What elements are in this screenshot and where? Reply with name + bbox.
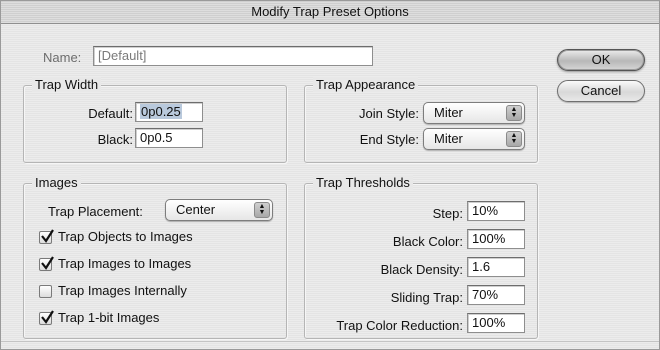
trap-placement-label: Trap Placement: [48,204,143,219]
black-density-field[interactable]: 1.6 [467,257,525,277]
end-style-popup[interactable]: Miter ▲ ▼ [423,128,525,150]
black-color-label: Black Color: [392,234,463,249]
sliding-trap-label: Sliding Trap: [390,290,463,305]
trap-thresholds-title: Trap Thresholds [313,175,413,190]
checkbox-checked-icon [39,256,54,271]
ok-button[interactable]: OK [557,49,645,71]
checkbox-label: Trap Objects to Images [58,229,193,244]
ok-button-label: OK [591,52,611,67]
trap-placement-value: Center [176,202,216,217]
black-width-value: 0p0.5 [140,130,173,145]
trap-placement-popup[interactable]: Center ▲ ▼ [165,199,273,221]
trap-color-reduction-value: 100% [472,315,506,330]
default-width-value: 0p0.25 [140,104,182,119]
name-field-value: [Default] [98,48,147,63]
checkbox-checked-icon [39,310,54,325]
sliding-trap-value: 70% [472,287,499,302]
checkbox-trap-1bit-images[interactable]: Trap 1-bit Images [39,309,279,329]
step-value: 10% [472,203,499,218]
black-width-label: Black: [97,132,133,147]
trap-color-reduction-field[interactable]: 100% [467,313,525,333]
images-title: Images [32,175,81,190]
black-color-value: 100% [472,231,506,246]
checkbox-trap-images-internally[interactable]: Trap Images Internally [39,282,279,302]
sliding-trap-field[interactable]: 70% [467,285,525,305]
updown-arrows-icon: ▲ ▼ [506,105,522,121]
checkbox-trap-images-to-images[interactable]: Trap Images to Images [39,255,279,275]
bottom-divider [1,341,659,342]
title-bar: Modify Trap Preset Options [1,1,659,24]
end-style-value: Miter [434,131,463,146]
checkbox-unchecked-icon [39,285,52,298]
updown-arrows-icon: ▲ ▼ [506,131,522,147]
checkbox-label: Trap 1-bit Images [58,310,160,325]
updown-arrows-icon: ▲ ▼ [254,202,270,218]
trap-appearance-title: Trap Appearance [313,77,419,92]
trap-appearance-group: Trap Appearance [304,77,538,163]
black-density-label: Black Density: [380,262,463,277]
step-label: Step: [432,206,463,221]
black-width-field[interactable]: 0p0.5 [135,128,203,148]
cancel-button[interactable]: Cancel [557,80,645,102]
step-field[interactable]: 10% [467,201,525,221]
name-field[interactable]: [Default] [93,46,373,66]
window-title: Modify Trap Preset Options [251,4,409,19]
checkbox-label: Trap Images to Images [58,256,192,271]
trap-color-reduction-label: Trap Color Reduction: [336,318,463,333]
name-label: Name: [43,50,82,65]
default-width-field[interactable]: 0p0.25 [135,102,203,122]
trap-width-title: Trap Width [32,77,102,92]
cancel-button-label: Cancel [580,83,622,98]
default-width-label: Default: [88,106,133,121]
black-color-field[interactable]: 100% [467,229,525,249]
join-style-label: Join Style: [359,106,419,121]
checkbox-trap-objects-to-images[interactable]: Trap Objects to Images [39,228,279,248]
dialog-window: Modify Trap Preset Options Name: [Defaul… [0,0,660,350]
checkbox-label: Trap Images Internally [58,283,187,298]
trap-width-group: Trap Width [23,77,287,163]
join-style-value: Miter [434,105,463,120]
checkbox-checked-icon [39,229,54,244]
join-style-popup[interactable]: Miter ▲ ▼ [423,102,525,124]
end-style-label: End Style: [359,132,419,147]
black-density-value: 1.6 [472,259,491,274]
